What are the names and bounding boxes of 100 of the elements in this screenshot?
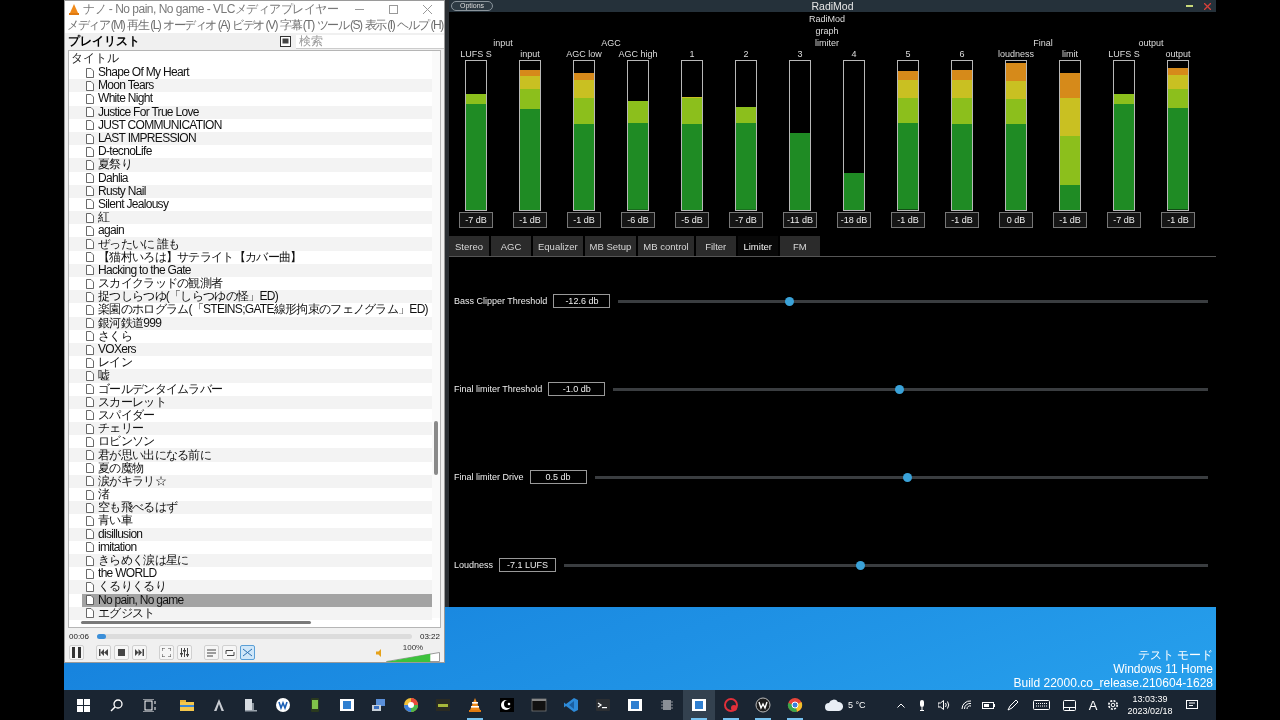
playlist-row[interactable]: ぜったいに 誰も bbox=[69, 237, 432, 251]
file-icon bbox=[86, 555, 94, 566]
view-icon bbox=[279, 36, 291, 47]
menu-item[interactable]: ビデオ (V) bbox=[232, 16, 277, 34]
slider-track[interactable] bbox=[594, 475, 1208, 479]
value-field[interactable]: -7.1 LUFS bbox=[499, 558, 557, 572]
tab[interactable]: MB control bbox=[638, 236, 696, 256]
playlist-row[interactable]: エグジスト bbox=[69, 606, 432, 620]
moon-icon bbox=[499, 697, 515, 713]
file-icon bbox=[86, 608, 94, 619]
view-button[interactable] bbox=[278, 34, 292, 49]
menu-item[interactable]: 表示 (I) bbox=[364, 16, 395, 34]
next-button[interactable] bbox=[132, 645, 147, 661]
clock-time: 13:03:39 bbox=[1132, 693, 1168, 705]
previous-button[interactable] bbox=[96, 645, 111, 661]
player-icon bbox=[435, 697, 451, 713]
tab[interactable]: AGC bbox=[491, 236, 533, 256]
playlist-row[interactable]: 紅 bbox=[69, 211, 432, 225]
clock-date: 2023/02/18 bbox=[1127, 705, 1173, 717]
meter-reading: 0 dB bbox=[999, 212, 1033, 228]
file-icon bbox=[86, 331, 94, 342]
playlist-row[interactable]: 夏祭り bbox=[69, 158, 432, 172]
meter-label: 4 bbox=[851, 49, 857, 60]
playlist-row[interactable]: くるりくるり bbox=[69, 580, 432, 594]
file-icon bbox=[86, 304, 94, 315]
slider-thumb[interactable] bbox=[903, 472, 913, 482]
meter-reading: -5 dB bbox=[675, 212, 709, 228]
slider-thumb[interactable] bbox=[894, 384, 904, 394]
input-method-button[interactable]: A bbox=[1083, 690, 1103, 720]
slider-track[interactable] bbox=[618, 299, 1208, 303]
folder-icon bbox=[179, 697, 195, 713]
file-icon bbox=[86, 225, 94, 236]
playlist-row[interactable]: 嘘 bbox=[69, 369, 432, 383]
file-icon bbox=[86, 568, 94, 579]
value-field[interactable]: 0.5 db bbox=[529, 470, 587, 484]
loop-button[interactable] bbox=[222, 645, 237, 661]
value-field[interactable]: -1.0 db bbox=[548, 382, 606, 396]
file-icon bbox=[86, 357, 94, 368]
playlist-row[interactable]: Moon Tears bbox=[69, 79, 432, 93]
next-icon bbox=[135, 649, 144, 657]
notification-icon bbox=[1186, 699, 1198, 711]
battery-icon bbox=[981, 701, 995, 709]
seek-slider[interactable] bbox=[97, 634, 412, 640]
meter-reading: -7 dB bbox=[1107, 212, 1141, 228]
slider-track[interactable] bbox=[564, 563, 1208, 567]
equalizer-button[interactable] bbox=[177, 645, 192, 661]
temperature: 5 °C bbox=[848, 700, 866, 710]
meter-reading: -6 dB bbox=[621, 212, 655, 228]
search-field[interactable]: 検索 bbox=[296, 34, 444, 49]
menu-item[interactable]: オーディオ (A) bbox=[163, 16, 230, 34]
meter-label: AGC low bbox=[566, 49, 602, 60]
slider-thumb[interactable] bbox=[856, 560, 866, 570]
meter-label: limit bbox=[1062, 49, 1078, 60]
tab[interactable]: MB Setup bbox=[584, 236, 639, 256]
stop-button[interactable] bbox=[114, 645, 129, 661]
value-field[interactable]: -12.6 db bbox=[553, 294, 611, 308]
meter-reading: -18 dB bbox=[837, 212, 871, 228]
menu-item[interactable]: ツール (S) bbox=[316, 16, 362, 34]
playlist-row[interactable]: 捉つしらつゆ(「しらつゆの怪」ED) bbox=[69, 290, 432, 304]
file-icon bbox=[86, 159, 94, 170]
tab[interactable]: Filter bbox=[695, 236, 738, 256]
menu-item[interactable]: 再生 (L) bbox=[127, 16, 161, 34]
menu-item[interactable]: ヘルプ (H) bbox=[397, 16, 443, 34]
computer-icon bbox=[371, 697, 387, 713]
file-icon bbox=[86, 515, 94, 526]
group-label: AGC bbox=[601, 37, 621, 49]
meter-label: input bbox=[520, 49, 540, 60]
browser-icon bbox=[787, 697, 803, 713]
menu-item[interactable]: メディア (M) bbox=[67, 16, 125, 34]
slider-label: Loudness bbox=[454, 560, 494, 570]
volume-slider[interactable] bbox=[386, 651, 440, 662]
microphone-icon bbox=[919, 699, 925, 711]
file-icon bbox=[86, 463, 94, 474]
previous-icon bbox=[99, 649, 108, 657]
menu-item[interactable]: 字幕 (T) bbox=[280, 16, 314, 34]
slider-thumb[interactable] bbox=[785, 296, 795, 306]
pause-icon bbox=[72, 647, 81, 659]
sliders-icon bbox=[180, 648, 189, 658]
file-icon bbox=[86, 476, 94, 487]
tab[interactable]: Equalizer bbox=[533, 236, 585, 256]
pause-button[interactable] bbox=[69, 645, 84, 661]
elapsed-time: 00:06 bbox=[69, 632, 90, 642]
window-icon bbox=[627, 697, 643, 713]
slider-track[interactable] bbox=[613, 387, 1208, 391]
file-icon bbox=[86, 93, 94, 104]
running-indicator bbox=[691, 718, 707, 720]
file-icon bbox=[86, 410, 94, 421]
meter-reading: -1 dB bbox=[1161, 212, 1195, 228]
meter-reading: -7 dB bbox=[729, 212, 763, 228]
tab[interactable]: Stereo bbox=[449, 236, 491, 256]
playlist-row[interactable]: 空も飛べるはず bbox=[69, 501, 432, 515]
file-icon bbox=[86, 146, 94, 157]
meter-label: AGC high bbox=[618, 49, 658, 60]
windows-icon bbox=[77, 698, 90, 712]
taskbar-button[interactable] bbox=[683, 690, 715, 720]
tab[interactable]: Limiter bbox=[737, 236, 780, 256]
tab[interactable]: FM bbox=[779, 236, 822, 256]
playlist-row[interactable]: 君が思い出になる前に bbox=[69, 448, 432, 462]
group-label: Final bbox=[1033, 37, 1053, 49]
playlist-row[interactable]: チェリー bbox=[69, 422, 432, 436]
